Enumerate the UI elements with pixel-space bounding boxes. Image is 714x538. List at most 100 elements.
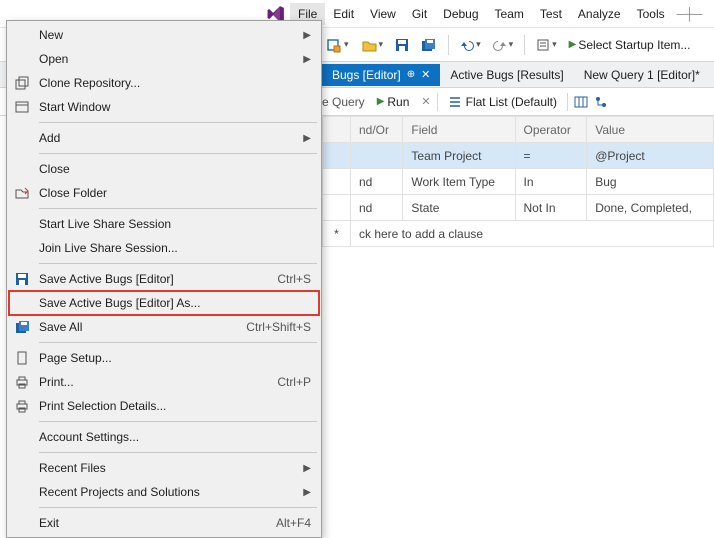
menu-item-label: Close <box>39 162 311 176</box>
menu-item-label: Save Active Bugs [Editor] <box>39 272 277 286</box>
column-header[interactable]: Operator <box>515 117 587 143</box>
menu-item-label: Save Active Bugs [Editor] As... <box>39 296 311 310</box>
menu-team[interactable]: Team <box>487 3 532 25</box>
menu-item-closefolder[interactable]: Close Folder <box>9 181 319 205</box>
cell[interactable] <box>351 143 403 169</box>
menu-test[interactable]: Test <box>532 3 570 25</box>
cell[interactable]: Bug <box>587 169 714 195</box>
menu-item-printsel[interactable]: Print Selection Details... <box>9 394 319 418</box>
shortcut: Alt+F4 <box>276 516 311 530</box>
window-icon <box>13 98 31 116</box>
menu-item-pagesetup[interactable]: Page Setup... <box>9 346 319 370</box>
tree-icon[interactable] <box>594 95 608 109</box>
menu-item-recentf[interactable]: Recent Files▶ <box>9 456 319 480</box>
save-all-icon[interactable] <box>417 35 441 55</box>
menu-item-new[interactable]: New▶ <box>9 23 319 47</box>
menu-item-label: Exit <box>39 516 276 530</box>
columns-icon[interactable] <box>574 95 588 109</box>
table-row[interactable]: Team Project=@Project <box>323 143 714 169</box>
submenu-arrow-icon: ▶ <box>303 487 311 498</box>
menu-item-exit[interactable]: ExitAlt+F4 <box>9 511 319 535</box>
folder-icon <box>13 184 31 202</box>
tab-label: New Query 1 [Editor]* <box>584 68 700 82</box>
menu-item-label: Clone Repository... <box>39 76 311 90</box>
menu-item-startwin[interactable]: Start Window <box>9 95 319 119</box>
menu-item-recentp[interactable]: Recent Projects and Solutions▶ <box>9 480 319 504</box>
submenu-arrow-icon: ▶ <box>303 133 311 144</box>
print-icon <box>13 397 31 415</box>
menu-debug[interactable]: Debug <box>435 3 486 25</box>
close-tab-icon[interactable]: ✕ <box>421 68 430 81</box>
menu-item-label: Print... <box>39 375 277 389</box>
menu-view[interactable]: View <box>362 3 404 25</box>
close-icon[interactable]: ✕ <box>421 95 430 108</box>
menu-item-label: Recent Files <box>39 461 303 475</box>
redo-icon[interactable]: ▾ <box>489 35 518 55</box>
menu-item-open[interactable]: Open▶ <box>9 47 319 71</box>
table-row[interactable]: ndStateNot InDone, Completed, <box>323 195 714 221</box>
menu-tools[interactable]: Tools <box>629 3 673 25</box>
cell[interactable]: In <box>515 169 587 195</box>
column-header[interactable]: Value <box>587 117 714 143</box>
tab[interactable]: Active Bugs [Results] <box>440 64 573 86</box>
menu-item-add[interactable]: Add▶ <box>9 126 319 150</box>
cell[interactable]: nd <box>351 169 403 195</box>
table-row[interactable]: ndWork Item TypeInBug <box>323 169 714 195</box>
shortcut: Ctrl+P <box>277 375 311 389</box>
cell[interactable]: Work Item Type <box>403 169 515 195</box>
menu-item-account[interactable]: Account Settings... <box>9 425 319 449</box>
run-button[interactable]: ▶ Run <box>371 93 416 111</box>
play-icon: ▶ <box>377 96 385 107</box>
menu-item-clone[interactable]: Clone Repository... <box>9 71 319 95</box>
menu-item-startls[interactable]: Start Live Share Session <box>9 212 319 236</box>
open-icon[interactable]: ▾ <box>357 34 388 56</box>
page-icon <box>13 349 31 367</box>
file-menu-dropdown: New▶Open▶Clone Repository...Start Window… <box>6 20 322 538</box>
cell[interactable]: Team Project <box>403 143 515 169</box>
new-project-icon[interactable]: ▾ <box>322 34 353 56</box>
menu-item-label: Open <box>39 52 303 66</box>
menu-item-label: Add <box>39 131 303 145</box>
tab[interactable]: New Query 1 [Editor]* <box>574 64 710 86</box>
submenu-arrow-icon: ▶ <box>303 30 311 41</box>
tab-label: Bugs [Editor] <box>332 68 401 82</box>
column-header[interactable]: Field <box>403 117 515 143</box>
cell[interactable]: State <box>403 195 515 221</box>
overflow-icon[interactable]: ─┼─ <box>677 7 703 21</box>
menu-item-label: Page Setup... <box>39 351 311 365</box>
cell[interactable]: nd <box>351 195 403 221</box>
cell[interactable]: = <box>515 143 587 169</box>
shortcut: Ctrl+S <box>277 272 311 286</box>
cell[interactable]: Not In <box>515 195 587 221</box>
menu-item-label: Start Window <box>39 100 311 114</box>
flat-list-dropdown[interactable]: Flat List (Default) <box>444 93 561 111</box>
clone-icon <box>13 74 31 92</box>
menu-edit[interactable]: Edit <box>325 3 362 25</box>
add-clause-hint[interactable]: ck here to add a clause <box>351 221 714 247</box>
menu-item-label: Close Folder <box>39 186 311 200</box>
query-grid: nd/OrFieldOperatorValue Team Project=@Pr… <box>322 116 714 247</box>
save-icon <box>13 270 31 288</box>
undo-icon[interactable]: ▾ <box>456 35 485 55</box>
cell[interactable]: @Project <box>587 143 714 169</box>
menu-analyze[interactable]: Analyze <box>570 3 629 25</box>
menu-git[interactable]: Git <box>404 3 435 25</box>
menu-item-saveall[interactable]: Save AllCtrl+Shift+S <box>9 315 319 339</box>
start-button[interactable]: ▶ Select Startup Item... <box>565 35 695 55</box>
menu-item-label: Account Settings... <box>39 430 311 444</box>
save-icon[interactable] <box>391 35 413 55</box>
menu-item-saveas[interactable]: Save Active Bugs [Editor] As... <box>9 291 319 315</box>
menu-item-joinls[interactable]: Join Live Share Session... <box>9 236 319 260</box>
pin-icon[interactable]: ⊕ <box>407 69 415 80</box>
menu-item-label: Print Selection Details... <box>39 399 311 413</box>
menu-item-print[interactable]: Print...Ctrl+P <box>9 370 319 394</box>
submenu-arrow-icon: ▶ <box>303 54 311 65</box>
menu-item-label: Recent Projects and Solutions <box>39 485 303 499</box>
cell[interactable]: Done, Completed, <box>587 195 714 221</box>
menu-item-label: Save All <box>39 320 246 334</box>
column-header[interactable]: nd/Or <box>351 117 403 143</box>
tab[interactable]: Bugs [Editor] ⊕ ✕ <box>322 64 440 86</box>
menu-item-save[interactable]: Save Active Bugs [Editor]Ctrl+S <box>9 267 319 291</box>
menu-item-close[interactable]: Close <box>9 157 319 181</box>
config-icon[interactable]: ▾ <box>532 35 561 55</box>
